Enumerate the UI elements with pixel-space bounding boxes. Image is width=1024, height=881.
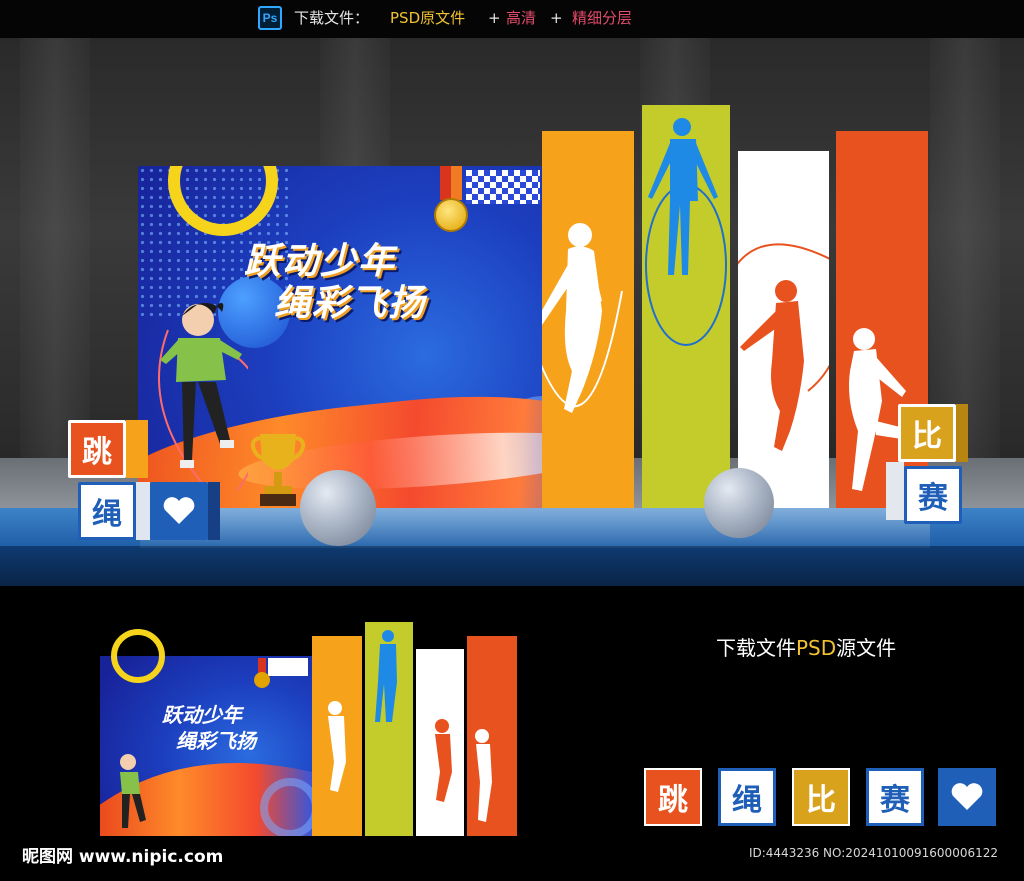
psd-source-label: PSD原文件 [390, 9, 466, 27]
trophy-icon [250, 434, 306, 506]
cube-side [886, 462, 904, 520]
layered-label: 精细分层 [572, 9, 633, 27]
icon-tile-match: 赛 [866, 768, 924, 826]
jumper-silhouette [642, 105, 730, 508]
wall-pillar [20, 38, 90, 468]
cube-compare: 比 [898, 404, 956, 462]
icon-tile-rope: 绳 [718, 768, 776, 826]
orange-panel [542, 131, 634, 508]
cube-rope: 绳 [78, 482, 136, 540]
plus-sign: + [550, 9, 563, 27]
backdrop-board: 跃动少年 绳彩飞扬 [138, 166, 548, 508]
site-brand: 昵图网 www.nipic.com [22, 847, 224, 867]
thumb-title-line2: 绳彩飞扬 [176, 729, 258, 753]
download-psd-title: 下载文件PSD源文件 [716, 636, 896, 660]
floor-reflection [140, 508, 930, 548]
download-label: 下载文件： [294, 9, 370, 27]
stage-front [0, 546, 1024, 586]
icon-tile-jump: 跳 [644, 768, 702, 826]
grey-ball [704, 468, 774, 538]
heart-icon [163, 497, 195, 524]
image-id: ID:4443236 NO:20241010091600006122 [748, 846, 998, 860]
cube-side [126, 420, 148, 478]
stage-scene: 跃动少年 绳彩飞扬 跳 绳 比 赛 [0, 38, 1024, 586]
download-title-psd: PSD [796, 636, 837, 660]
cube-heart [150, 482, 208, 540]
download-title-suffix: 源文件 [836, 636, 897, 660]
lime-panel [642, 105, 730, 508]
photoshop-icon: Ps [258, 6, 282, 30]
cube-side [136, 482, 150, 540]
cube-side [208, 482, 220, 540]
white-panel [738, 151, 829, 508]
checker-flag [466, 170, 540, 204]
download-bar: Ps 下载文件： PSD原文件 + 高清 + 精细分层 [0, 0, 1024, 38]
girl-jumping-rope-illustration [158, 303, 248, 491]
hd-label: 高清 [506, 9, 537, 27]
board-title-line2: 绳彩飞扬 [274, 283, 427, 324]
lower-section: 跃动少年 绳彩飞扬 下载文件PSD源文件 跳 绳 比 赛 昵图网 www.nip… [0, 586, 1024, 881]
grey-ball [300, 470, 376, 546]
download-title-prefix: 下载文件 [716, 636, 796, 660]
heart-icon [951, 783, 983, 810]
medal-ribbon [440, 166, 462, 200]
thumb-title-line1: 跃动少年 [162, 703, 245, 727]
cube-jump: 跳 [68, 420, 126, 478]
jumper-silhouette [542, 131, 634, 508]
icon-tile-compare: 比 [792, 768, 850, 826]
thumbnail-preview: 跃动少年 绳彩飞扬 [100, 622, 517, 836]
medal-icon [434, 198, 468, 232]
cube-match: 赛 [904, 466, 962, 524]
cube-side [956, 404, 968, 462]
jumper-silhouette [738, 151, 829, 508]
plus-sign: + [488, 9, 501, 27]
icon-tile-heart [938, 768, 996, 826]
